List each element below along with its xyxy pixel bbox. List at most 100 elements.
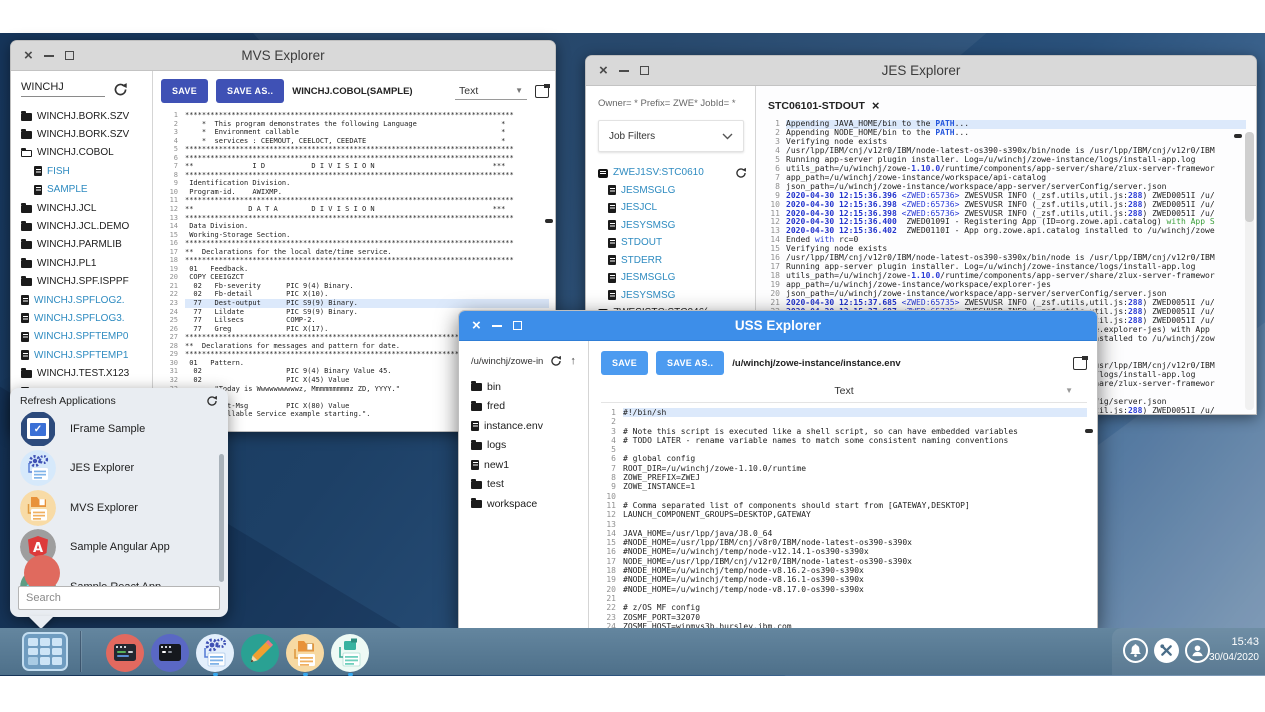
tree-item[interactable]: WINCHJ.PL1: [21, 254, 146, 272]
save-button[interactable]: SAVE: [161, 79, 208, 103]
refresh-icon[interactable]: [735, 167, 747, 179]
tree-item[interactable]: JESMSGLG: [598, 182, 747, 200]
folder-icon: [471, 442, 482, 450]
code-line: 8ZOWE_PREFIX=ZWEJ: [601, 473, 1087, 482]
tree-item[interactable]: JESYSMSG: [598, 217, 747, 235]
app-item-iframe[interactable]: ✓IFrame Sample: [20, 409, 218, 449]
save-button[interactable]: SAVE: [601, 351, 648, 375]
tree-item[interactable]: WINCHJ.SPF.ISPPF: [21, 273, 146, 291]
code-line: 10 Program-id. AWIXMP.: [161, 188, 549, 197]
taskbar-mvs-explorer-icon[interactable]: [286, 634, 324, 672]
tree-item[interactable]: WINCHJ.SPFTEMP0: [21, 328, 146, 346]
tree-item[interactable]: WINCHJ.COBOL: [21, 144, 146, 162]
tree-item[interactable]: bin: [471, 377, 582, 397]
tree-item[interactable]: JESMSGLG: [598, 269, 747, 287]
code-text: * Environment callable *: [185, 128, 549, 137]
save-as-button[interactable]: SAVE AS..: [216, 79, 284, 103]
dataset-filter-input[interactable]: WINCHJ: [21, 81, 105, 97]
syntax-select[interactable]: Text ▼: [455, 83, 527, 100]
mvs-titlebar[interactable]: × MVS Explorer: [11, 41, 555, 71]
taskbar-editor-app-icon[interactable]: [106, 634, 144, 672]
mvs-dataset-pane: WINCHJ WINCHJ.BORK.SZVWINCHJ.BORK.SZVWIN…: [11, 71, 153, 431]
open-in-new-icon[interactable]: [535, 85, 549, 98]
uss-code-editor[interactable]: 1#!/bin/sh23# Note this script is execut…: [601, 408, 1087, 629]
taskbar-terminal-app-icon[interactable]: [151, 634, 189, 672]
refresh-applications-icon[interactable]: [206, 395, 218, 407]
tree-item[interactable]: WINCHJ.TEST.X123: [21, 364, 146, 382]
folder-icon: [21, 205, 32, 213]
job-filters-dropdown[interactable]: Job Filters: [598, 120, 744, 152]
save-as-button[interactable]: SAVE AS..: [656, 351, 724, 375]
code-line: 14 Data Division.: [161, 222, 549, 231]
tree-item[interactable]: WINCHJ.PARMLIB: [21, 236, 146, 254]
minimize-icon[interactable]: [44, 55, 54, 57]
open-in-new-icon[interactable]: [1073, 357, 1087, 370]
taskbar-jes-explorer-icon[interactable]: [196, 634, 234, 672]
tree-item[interactable]: new1: [471, 455, 582, 475]
tree-item[interactable]: logs: [471, 436, 582, 456]
code-text: #!/bin/sh: [623, 408, 1087, 417]
app-item-mvs[interactable]: MVS Explorer: [20, 488, 218, 528]
code-line: 212020-04-30 12:15:37.685 <ZWED:65735> Z…: [768, 299, 1246, 308]
uss-path-input[interactable]: /u/winchj/zowe-in: [471, 356, 543, 367]
tree-item[interactable]: WINCHJ.SPFLOG3.: [21, 309, 146, 327]
taskbar-uss-explorer-icon[interactable]: [331, 634, 369, 672]
maximize-icon[interactable]: [640, 66, 649, 75]
tree-item[interactable]: FISH: [21, 162, 146, 180]
line-number: 13: [161, 214, 185, 223]
code-line: 20#NODE_HOME=/u/winchj/temp/node-v8.17.0…: [601, 585, 1087, 594]
close-tab-icon[interactable]: ×: [872, 101, 880, 111]
settings-tools-icon[interactable]: [1154, 638, 1179, 663]
refresh-icon[interactable]: [550, 355, 562, 367]
tree-item[interactable]: WINCHJ.SPFTEMP1: [21, 346, 146, 364]
maximize-icon[interactable]: [513, 321, 522, 330]
minimize-icon[interactable]: [492, 325, 502, 327]
code-text: * This program demonstrates the followin…: [185, 120, 549, 129]
tree-item[interactable]: STDERR: [598, 252, 747, 270]
app-item-jes[interactable]: JES Explorer: [20, 449, 218, 489]
tree-item[interactable]: WINCHJ.BORK.SZV: [21, 107, 146, 125]
tree-item[interactable]: workspace: [471, 494, 582, 514]
tree-item[interactable]: WINCHJ.JCL.DEMO: [21, 217, 146, 235]
user-account-icon[interactable]: [1185, 638, 1210, 663]
up-directory-icon[interactable]: ↑: [570, 355, 576, 367]
close-icon[interactable]: ×: [599, 64, 608, 77]
close-icon[interactable]: ×: [472, 319, 481, 332]
line-number: 31: [161, 367, 185, 376]
output-tab[interactable]: STC06101-STDOUT ×: [768, 94, 1246, 118]
code-text: ****************************************…: [185, 256, 549, 265]
tree-item[interactable]: test: [471, 475, 582, 495]
code-text: [623, 417, 1087, 426]
tree-item[interactable]: JESYSMSG: [598, 287, 747, 305]
uss-editor-pane[interactable]: SAVE SAVE AS.. /u/winchj/zowe-instance/i…: [589, 341, 1097, 629]
running-indicator-dot: [348, 673, 353, 676]
tree-item[interactable]: instance.env: [471, 416, 582, 436]
syntax-select[interactable]: Text ▼: [601, 379, 1087, 403]
overview-ruler-marker: [1085, 429, 1093, 433]
scrollbar[interactable]: [1245, 132, 1254, 410]
tree-item-label: JESMSGLG: [621, 185, 675, 196]
tree-item[interactable]: WINCHJ.SPFLOG2.: [21, 291, 146, 309]
close-icon[interactable]: ×: [24, 49, 33, 62]
scrollbar[interactable]: [219, 454, 224, 582]
tree-item[interactable]: WINCHJ.BORK.SZV: [21, 125, 146, 143]
code-line: 17Running app-server plugin installer. L…: [768, 263, 1246, 272]
file-icon: [608, 220, 616, 230]
notifications-bell-icon[interactable]: [1123, 638, 1148, 663]
taskbar-editor-pencil-icon[interactable]: [241, 634, 279, 672]
maximize-icon[interactable]: [65, 51, 74, 60]
app-launcher-button[interactable]: [22, 632, 68, 671]
tree-item[interactable]: SAMPLE: [21, 181, 146, 199]
code-line: 4 * services : CEEMOUT, CEELOCT, CEEDATE…: [161, 137, 549, 146]
tree-item[interactable]: fred: [471, 397, 582, 417]
search-input[interactable]: [18, 586, 220, 610]
chevron-down-icon: [722, 133, 733, 140]
jes-titlebar[interactable]: × JES Explorer: [586, 56, 1256, 86]
uss-titlebar[interactable]: × USS Explorer: [459, 311, 1097, 341]
tree-item[interactable]: JESJCL: [598, 199, 747, 217]
tree-item[interactable]: STDOUT: [598, 234, 747, 252]
refresh-icon[interactable]: [113, 82, 128, 97]
minimize-icon[interactable]: [619, 70, 629, 72]
tree-item[interactable]: ZWEJ1SV:STC0610: [598, 164, 747, 182]
tree-item[interactable]: WINCHJ.JCL: [21, 199, 146, 217]
